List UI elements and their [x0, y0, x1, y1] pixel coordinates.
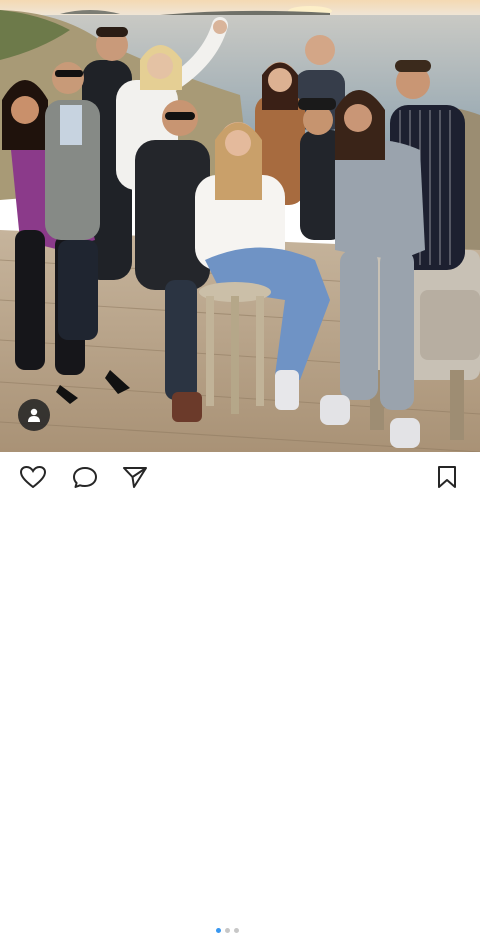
group-photo-illustration	[0, 0, 480, 452]
paper-plane-icon	[123, 467, 147, 488]
heart-icon	[20, 466, 46, 488]
carousel-dot-active	[216, 928, 221, 933]
comment-bubble-icon	[73, 467, 97, 488]
carousel-dot	[234, 928, 239, 933]
post-photo[interactable]	[0, 0, 480, 452]
like-button[interactable]	[18, 466, 48, 488]
post-action-bar	[0, 452, 480, 933]
comment-button[interactable]	[70, 466, 100, 488]
share-button[interactable]	[120, 466, 150, 488]
save-button[interactable]	[432, 466, 462, 488]
carousel-dot	[225, 928, 230, 933]
person-tag-icon	[28, 408, 40, 422]
carousel-indicator	[216, 928, 239, 933]
tagged-people-button[interactable]	[18, 399, 50, 431]
bookmark-icon	[438, 466, 456, 488]
